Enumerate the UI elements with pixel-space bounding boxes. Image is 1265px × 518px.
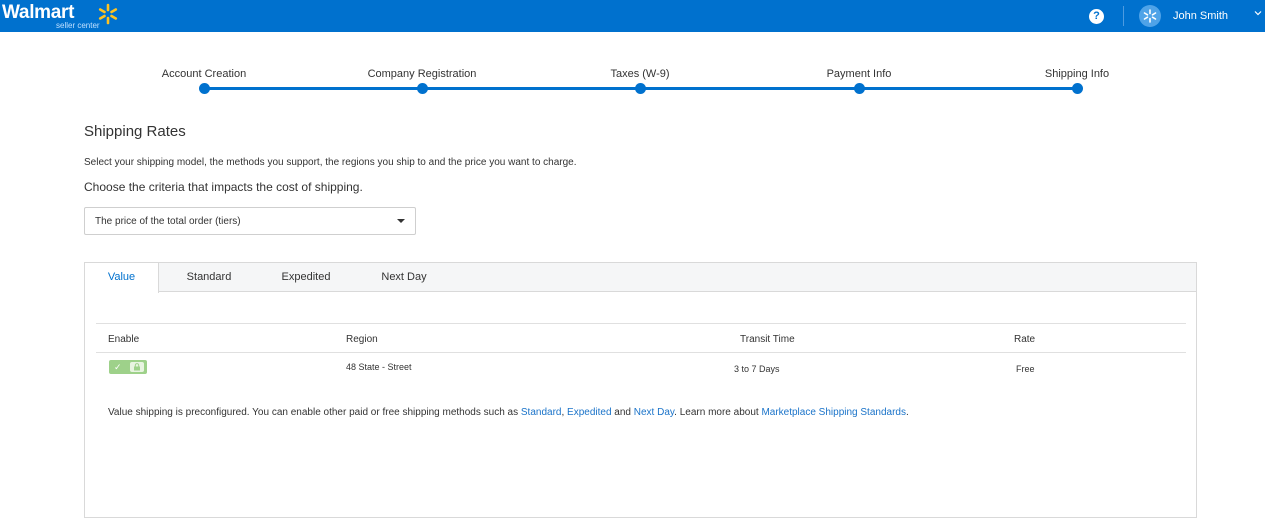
spark-icon (98, 3, 118, 25)
avatar-icon (1139, 5, 1161, 27)
onboarding-progress-stepper: Account Creation Company Registration Ta… (0, 60, 1265, 100)
step-label: Taxes (W-9) (610, 68, 670, 80)
select-value: The price of the total order (tiers) (95, 216, 241, 227)
user-name: John Smith (1173, 10, 1229, 22)
logo-subtext: seller center (56, 21, 100, 30)
link-next-day[interactable]: Next Day (634, 407, 674, 418)
tab-expedited[interactable]: Expedited (269, 263, 343, 292)
step-dot (198, 83, 210, 94)
table-header-border (96, 352, 1186, 353)
lock-icon (130, 362, 144, 372)
table-top-border (96, 323, 1186, 324)
row-transit-time: 3 to 7 Days (734, 364, 780, 374)
shipping-info-note: Value shipping is preconfigured. You can… (108, 405, 1178, 421)
step-dot (1071, 83, 1083, 94)
step-label: Shipping Info (1044, 68, 1110, 80)
tab-value[interactable]: Value (85, 263, 159, 293)
caret-down-icon (397, 219, 405, 223)
column-header-transit-time: Transit Time (740, 334, 795, 345)
note-text: Value shipping is preconfigured. You can… (108, 407, 521, 418)
step-label: Account Creation (161, 68, 247, 80)
link-expedited[interactable]: Expedited (567, 407, 611, 418)
link-marketplace-shipping-standards[interactable]: Marketplace Shipping Standards (761, 407, 906, 418)
column-header-region: Region (346, 334, 378, 345)
row-rate: Free (1016, 364, 1035, 374)
link-standard[interactable]: Standard (521, 407, 562, 418)
help-icon[interactable]: ? (1089, 9, 1104, 24)
check-icon: ✓ (114, 362, 122, 372)
shipping-method-tabs: Value Standard Expedited Next Day (85, 263, 1196, 293)
walmart-seller-center-logo[interactable]: Walmart seller center (2, 2, 152, 30)
column-header-enable: Enable (108, 334, 140, 345)
header-divider (1123, 6, 1124, 26)
step-dot (634, 83, 646, 94)
shipping-criteria-select[interactable]: The price of the total order (tiers) (84, 207, 416, 235)
shipping-methods-panel: Value Standard Expedited Next Day Enable… (84, 262, 1197, 518)
step-label: Company Registration (367, 68, 477, 80)
step-dot (853, 83, 865, 94)
row-region: 48 State - Street (346, 362, 412, 372)
page-description: Select your shipping model, the methods … (84, 157, 577, 168)
chevron-down-icon[interactable] (1254, 9, 1262, 17)
top-navigation-bar: Walmart seller center ? John Smith (0, 0, 1265, 32)
tab-standard[interactable]: Standard (175, 263, 243, 292)
column-header-rate: Rate (1014, 334, 1036, 345)
step-label: Payment Info (826, 68, 892, 80)
page-title: Shipping Rates (84, 123, 186, 140)
enable-toggle[interactable]: ✓ (109, 360, 147, 374)
step-dot (416, 83, 428, 94)
note-text: and (611, 407, 634, 418)
criteria-label: Choose the criteria that impacts the cos… (84, 180, 363, 194)
tab-next-day[interactable]: Next Day (371, 263, 437, 292)
note-text: . Learn more about (674, 407, 762, 418)
note-text: . (905, 407, 909, 418)
